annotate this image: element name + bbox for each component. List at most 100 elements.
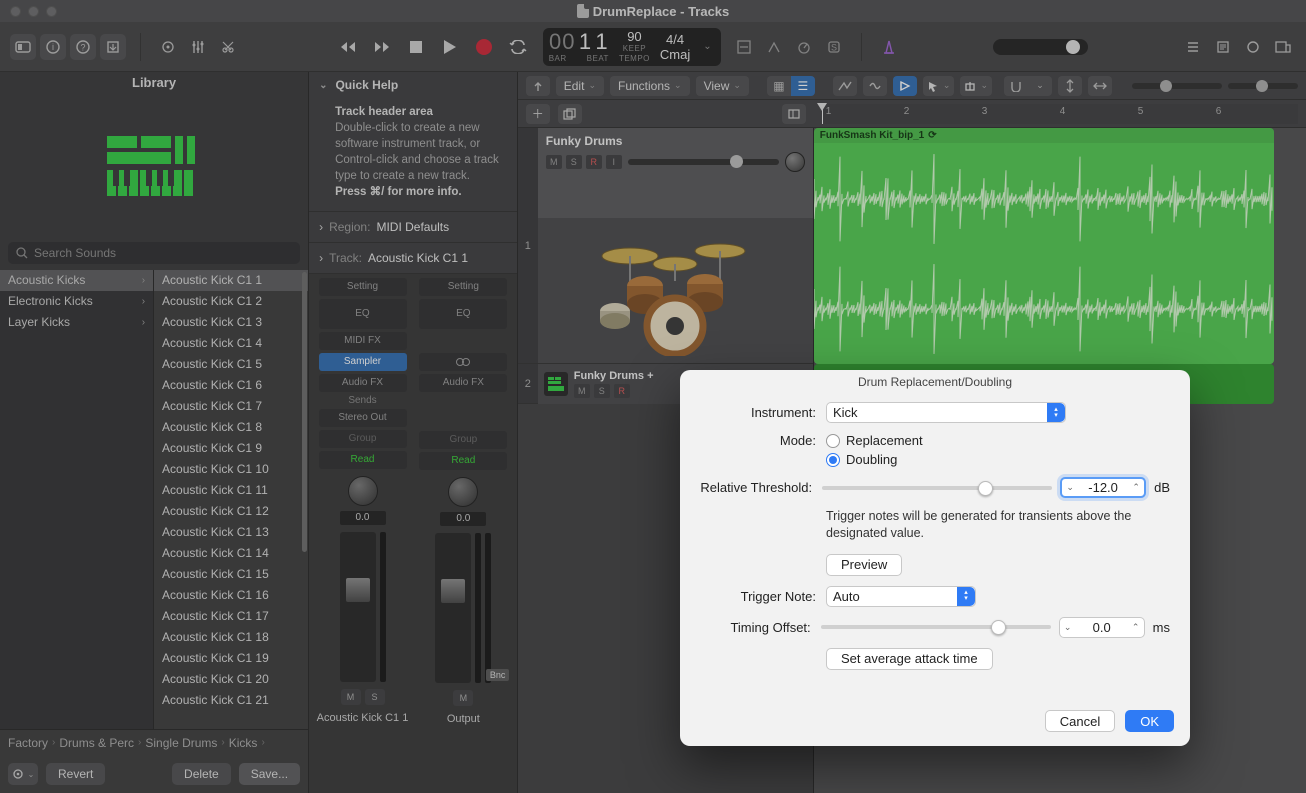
library-breadcrumb[interactable]: Factory›Drums & Perc›Single Drums›Kicks› xyxy=(0,729,308,755)
library-patch[interactable]: Acoustic Kick C1 18 xyxy=(154,627,308,648)
trigger-note-select[interactable]: Auto▴▾ xyxy=(826,586,976,607)
setting-slot[interactable]: Setting xyxy=(419,278,507,296)
flex-icon[interactable] xyxy=(863,76,887,96)
library-patch[interactable]: Acoustic Kick C1 7 xyxy=(154,396,308,417)
bar-ruler[interactable]: 123456 xyxy=(822,104,1298,124)
set-avg-attack-button[interactable]: Set average attack time xyxy=(826,648,993,670)
pan-knob[interactable] xyxy=(348,476,378,506)
lcd-display[interactable]: 00 1 1 BARBEAT 90 KEEP TEMPO 4/4 Cmaj ⌄ xyxy=(543,28,721,66)
audiofx-slot[interactable]: Audio FX xyxy=(419,374,507,392)
library-patch[interactable]: Acoustic Kick C1 16 xyxy=(154,585,308,606)
track-input-monitor[interactable]: I xyxy=(606,155,622,169)
timing-stepper[interactable]: ⌄0.0⌃ xyxy=(1059,617,1145,638)
output-slot[interactable]: Stereo Out xyxy=(319,409,407,427)
smart-controls-icon[interactable] xyxy=(155,34,181,60)
library-patch[interactable]: Acoustic Kick C1 1 xyxy=(154,270,308,291)
preview-button[interactable]: Preview xyxy=(826,554,902,576)
library-category[interactable]: Electronic Kicks› xyxy=(0,291,153,312)
quickhelp-toggle-icon[interactable]: ? xyxy=(70,34,96,60)
list-editors-icon[interactable] xyxy=(1180,34,1206,60)
hierarchy-icon[interactable] xyxy=(526,76,550,96)
edit-menu[interactable]: Edit⌄ xyxy=(556,76,604,96)
revert-button[interactable]: Revert xyxy=(46,763,105,785)
ok-button[interactable]: OK xyxy=(1125,710,1174,732)
forward-button[interactable] xyxy=(367,33,397,61)
lcd-mode-menu[interactable]: ⌄ xyxy=(700,41,714,52)
library-patch[interactable]: Acoustic Kick C1 3 xyxy=(154,312,308,333)
library-patch[interactable]: Acoustic Kick C1 2 xyxy=(154,291,308,312)
group-slot[interactable]: Group xyxy=(319,430,407,448)
setting-slot[interactable]: Setting xyxy=(319,278,407,296)
track-name[interactable]: Funky Drums xyxy=(546,134,805,148)
bounce-button[interactable]: Bnc xyxy=(486,669,510,681)
catch-playhead-icon[interactable] xyxy=(893,76,917,96)
play-button[interactable] xyxy=(435,33,465,61)
library-patch[interactable]: Acoustic Kick C1 15 xyxy=(154,564,308,585)
rewind-button[interactable] xyxy=(333,33,363,61)
track-mute[interactable]: M xyxy=(546,155,562,169)
duplicate-track-button[interactable] xyxy=(558,104,582,124)
library-patch[interactable]: Acoustic Kick C1 11 xyxy=(154,480,308,501)
horizontal-zoom-slider[interactable] xyxy=(1132,83,1222,89)
library-patch[interactable]: ▶Acoustic Kick C1 6 xyxy=(154,375,308,396)
delete-button[interactable]: Delete xyxy=(172,763,231,785)
library-patch[interactable]: Acoustic Kick C1 14 xyxy=(154,543,308,564)
metronome-icon[interactable] xyxy=(876,34,902,60)
media-browser-icon[interactable] xyxy=(1270,34,1296,60)
mode-replacement-radio[interactable]: Replacement xyxy=(826,433,1170,448)
loops-icon[interactable] xyxy=(1240,34,1266,60)
timing-slider[interactable] xyxy=(821,625,1051,629)
library-patch[interactable]: Acoustic Kick C1 5 xyxy=(154,354,308,375)
volume-fader[interactable] xyxy=(435,533,471,683)
step-down-icon[interactable]: ⌄ xyxy=(1062,482,1078,493)
breadcrumb-segment[interactable]: Single Drums xyxy=(145,736,217,750)
library-patch[interactable]: Acoustic Kick C1 8 xyxy=(154,417,308,438)
library-patch[interactable]: Acoustic Kick C1 19 xyxy=(154,648,308,669)
toolbar-toggle-icon[interactable] xyxy=(100,34,126,60)
lcd-timesig[interactable]: 4/4 xyxy=(666,33,684,46)
breadcrumb-segment[interactable]: Kicks xyxy=(229,736,258,750)
mixer-icon[interactable] xyxy=(185,34,211,60)
library-options-menu[interactable]: ⌄ xyxy=(8,763,38,785)
horizontal-auto-zoom-icon[interactable] xyxy=(1088,76,1112,96)
add-track-button[interactable]: ＋ xyxy=(526,104,550,124)
library-patch[interactable]: Acoustic Kick C1 4 xyxy=(154,333,308,354)
library-category[interactable]: Acoustic Kicks› xyxy=(0,270,153,291)
eq-slot[interactable]: EQ xyxy=(419,299,507,329)
step-up-icon[interactable]: ⌃ xyxy=(1128,482,1144,493)
low-latency-icon[interactable] xyxy=(761,34,787,60)
global-tracks-button[interactable] xyxy=(782,104,806,124)
track-volume-slider[interactable] xyxy=(628,159,779,165)
save-button[interactable]: Save... xyxy=(239,763,300,785)
cmd-click-tool[interactable]: ⌄ xyxy=(960,76,992,96)
mute-button[interactable]: M xyxy=(341,689,361,705)
track-pan-knob[interactable] xyxy=(785,152,805,172)
tuner-icon[interactable] xyxy=(791,34,817,60)
track-solo[interactable]: S xyxy=(566,155,582,169)
cycle-button[interactable] xyxy=(503,33,533,61)
scissors-icon[interactable] xyxy=(215,34,241,60)
pan-value[interactable]: 0.0 xyxy=(340,511,386,525)
view-menu[interactable]: View⌄ xyxy=(696,76,749,96)
lcd-div[interactable]: 1 xyxy=(595,29,608,54)
library-patch[interactable]: Acoustic Kick C1 9 xyxy=(154,438,308,459)
inspector-toggle-icon[interactable]: i xyxy=(40,34,66,60)
snap-menu-icon[interactable]: ⌄ xyxy=(1028,76,1052,96)
library-patch[interactable]: Acoustic Kick C1 20 xyxy=(154,669,308,690)
region-inspector-row[interactable]: ›Region: MIDI Defaults xyxy=(309,212,517,242)
track-header[interactable]: Funky Drums M S R I xyxy=(538,128,813,218)
list-view-icon[interactable]: ☰ xyxy=(791,76,815,96)
solo-safe-icon[interactable]: S xyxy=(821,34,847,60)
stereo-indicator[interactable] xyxy=(419,353,507,371)
track-record[interactable]: R xyxy=(614,384,630,398)
lcd-bar[interactable]: 00 xyxy=(549,29,575,54)
automation-icon[interactable] xyxy=(833,76,857,96)
automation-mode[interactable]: Read xyxy=(319,451,407,469)
playhead[interactable] xyxy=(822,104,823,124)
eq-slot[interactable]: EQ xyxy=(319,299,407,329)
stop-button[interactable] xyxy=(401,33,431,61)
master-volume-slider[interactable] xyxy=(993,39,1088,55)
audio-region[interactable]: FunkSmash Kit_bip_1⟳ xyxy=(814,128,1274,364)
solo-button[interactable]: S xyxy=(365,689,385,705)
instrument-slot[interactable]: Sampler xyxy=(319,353,407,371)
